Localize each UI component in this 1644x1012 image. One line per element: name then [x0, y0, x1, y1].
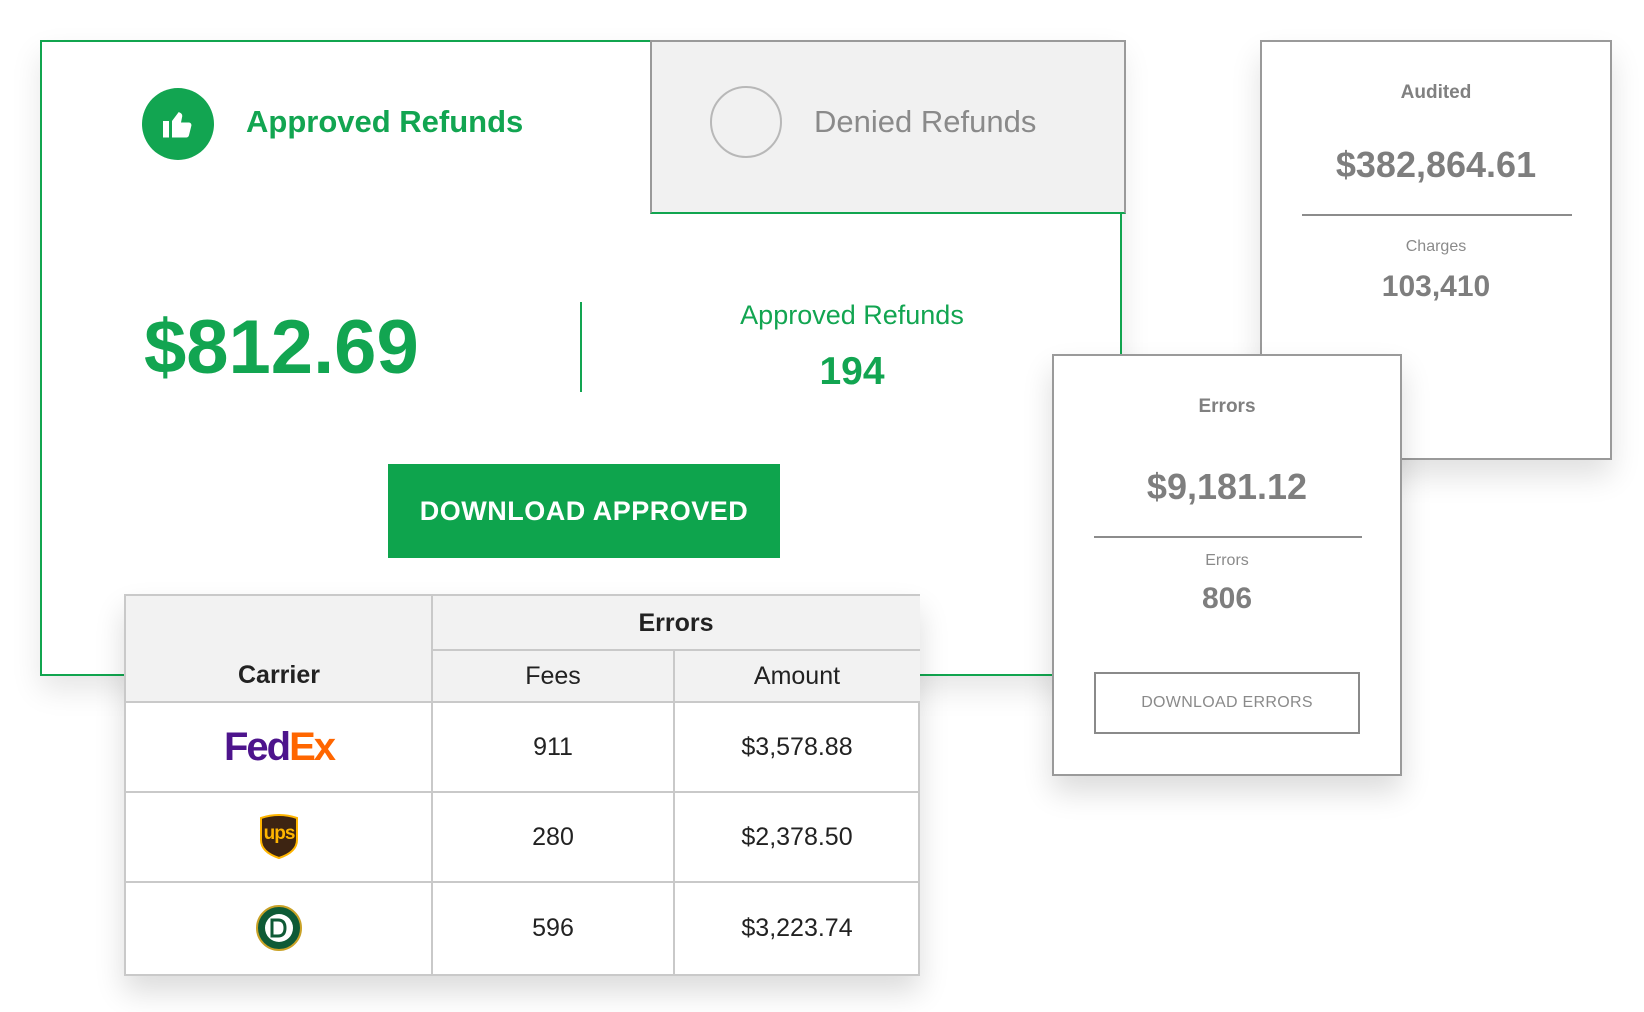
refunds-card: Approved Refunds Denied Refunds $812.69 …: [40, 40, 1126, 676]
table-row-carrier: [126, 882, 432, 974]
table-cell-fees: 596: [532, 913, 574, 942]
table-row-carrier: ups: [126, 792, 432, 882]
vertical-divider: [580, 302, 582, 392]
tab-approved-refunds[interactable]: Approved Refunds: [42, 42, 650, 214]
table-cell-fees: 280: [532, 822, 574, 851]
tab-approved-label: Approved Refunds: [246, 104, 524, 139]
audited-title: Audited: [1400, 82, 1472, 103]
table-cell-amount: $3,578.88: [741, 732, 853, 761]
ups-logo: ups: [259, 814, 299, 860]
charges-label: Charges: [1405, 238, 1467, 255]
old-dominion-logo: [256, 905, 302, 951]
errors-divider: [1094, 536, 1362, 538]
errors-count-label: Errors: [1205, 552, 1249, 569]
header-fees: Fees: [432, 650, 674, 702]
thumbs-up-icon: [142, 88, 214, 160]
audited-divider: [1302, 214, 1572, 216]
errors-title: Errors: [1198, 396, 1256, 417]
table-cell-amount: $3,223.74: [741, 913, 853, 942]
download-errors-button[interactable]: DOWNLOAD ERRORS: [1094, 672, 1360, 734]
approved-count-label: Approved Refunds: [740, 300, 964, 330]
fedex-logo: FedEx: [223, 724, 336, 769]
table-cell-fees: 911: [533, 732, 573, 761]
approved-total-amount: $812.69: [144, 305, 419, 390]
table-gridline: [126, 701, 920, 703]
table-gridline: [126, 791, 920, 793]
table-gridline: [673, 649, 675, 974]
tab-denied-refunds[interactable]: Denied Refunds: [650, 40, 1126, 214]
errors-card: Errors $9,181.12 Errors 806 DOWNLOAD ERR…: [1052, 354, 1402, 776]
errors-amount: $9,181.12: [1146, 466, 1308, 507]
carrier-errors-table: Carrier Errors Fees Amount FedEx 911 $3,…: [124, 594, 920, 976]
tab-denied-label: Denied Refunds: [814, 104, 1037, 139]
table-row-carrier: FedEx: [126, 702, 432, 792]
charges-value: 103,410: [1381, 270, 1491, 303]
table-cell-amount: $2,378.50: [741, 822, 853, 851]
table-gridline: [432, 649, 920, 651]
errors-count-value: 806: [1201, 582, 1253, 615]
approved-count-value: 194: [819, 350, 885, 393]
table-gridline: [126, 881, 920, 883]
empty-circle-icon: [710, 86, 782, 158]
download-approved-button[interactable]: DOWNLOAD APPROVED: [388, 464, 780, 558]
table-gridline: [431, 596, 433, 974]
header-carrier: Carrier: [126, 596, 432, 702]
header-amount: Amount: [674, 650, 920, 702]
audited-amount: $382,864.61: [1335, 144, 1537, 185]
header-errors-group: Errors: [432, 596, 920, 650]
